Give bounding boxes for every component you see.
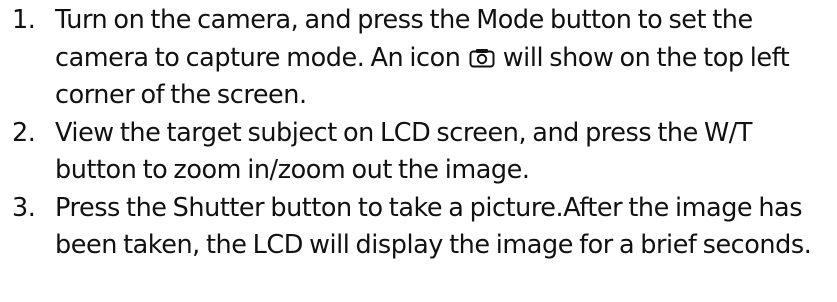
step-text: View the target subject on LCD screen, a…: [55, 117, 753, 186]
steps-list: 1. Turn on the camera, and press the Mod…: [0, 2, 837, 265]
step-number: 2.: [12, 117, 36, 148]
step-text: Press the Shutter button to take a pictu…: [55, 192, 812, 261]
instruction-document: 1. Turn on the camera, and press the Mod…: [0, 0, 837, 302]
camera-icon: [469, 48, 495, 67]
step-number: 3.: [12, 192, 36, 223]
step-3: 3. Press the Shutter button to take a pi…: [0, 190, 837, 265]
step-number: 1.: [12, 5, 36, 35]
step-1: 1. Turn on the camera, and press the Mod…: [0, 2, 837, 115]
step-2: 2. View the target subject on LCD screen…: [0, 115, 837, 190]
